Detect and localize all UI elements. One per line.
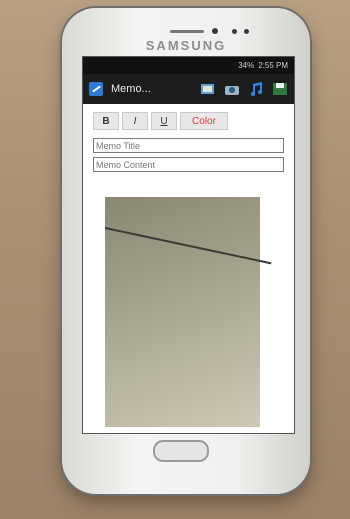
status-bar: 34% 2:55 PM (83, 57, 294, 74)
speaker-grille (170, 30, 204, 33)
memo-content-input[interactable]: Memo Content (93, 157, 284, 172)
battery-level: 34% (238, 61, 255, 70)
front-camera (212, 28, 218, 34)
underline-button[interactable]: U (151, 112, 177, 130)
status-time: 2:55 PM (258, 61, 288, 70)
memo-title-input[interactable]: Memo Title (93, 138, 284, 153)
format-toolbar: B I U Color (83, 104, 294, 134)
italic-button[interactable]: I (122, 112, 148, 130)
sensor-dot (232, 29, 237, 34)
color-button[interactable]: Color (180, 112, 228, 130)
brand-logo: SAMSUNG (145, 38, 227, 53)
sensor-dot (244, 29, 249, 34)
action-bar: Memo... (83, 74, 294, 104)
floor-line (104, 227, 272, 265)
save-icon[interactable] (272, 82, 288, 96)
gallery-icon[interactable] (200, 82, 216, 96)
camera-icon[interactable] (224, 82, 240, 96)
phone-screen: 34% 2:55 PM Memo... B I U Color Memo Tit… (82, 56, 295, 434)
app-title: Memo... (111, 83, 151, 95)
bold-button[interactable]: B (93, 112, 119, 130)
music-icon[interactable] (248, 82, 264, 96)
app-icon (89, 82, 103, 96)
attached-photo (104, 197, 272, 427)
home-button[interactable] (153, 440, 209, 462)
